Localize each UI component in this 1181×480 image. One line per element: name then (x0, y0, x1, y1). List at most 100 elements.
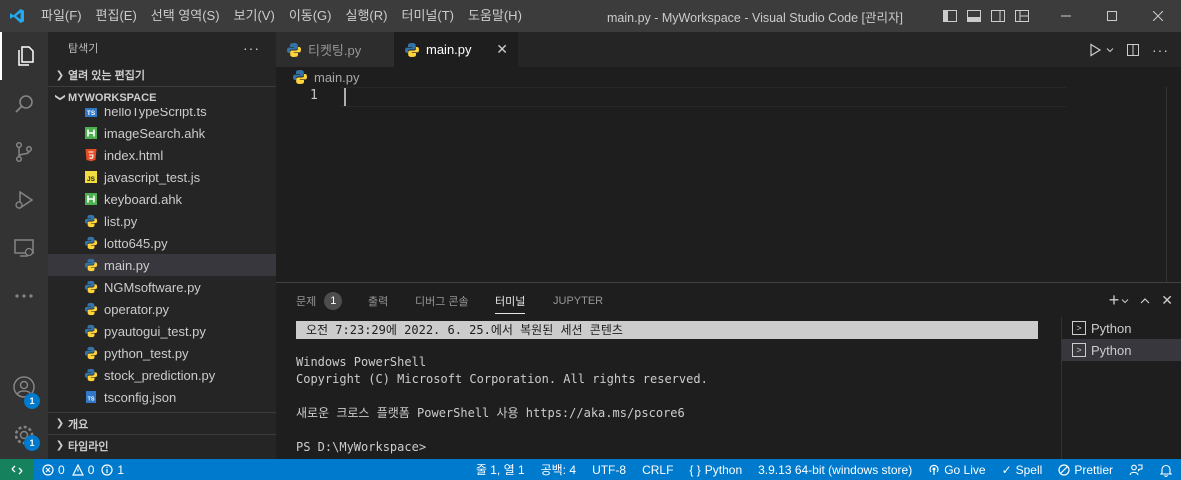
menu-file[interactable]: 파일(F) (34, 0, 89, 32)
chevron-down-icon: ❯ (54, 93, 66, 102)
problems-status[interactable]: 0 0 1 (34, 459, 132, 480)
python-file-icon (405, 42, 419, 57)
terminal-output[interactable]: 오전 7:23:29에 2022. 6. 25.에서 복원된 세션 콘텐츠 Wi… (296, 319, 1060, 459)
close-window-button[interactable] (1135, 0, 1181, 32)
file-item[interactable]: list.py (48, 210, 276, 232)
encoding[interactable]: UTF-8 (584, 459, 634, 480)
maximize-panel-icon[interactable] (1139, 295, 1151, 307)
tab-debug-console[interactable]: 디버그 콘솔 (415, 283, 469, 318)
open-editors-section[interactable]: ❯ 열려 있는 편집기 (48, 64, 276, 86)
python-file-icon (84, 324, 98, 338)
breadcrumb-file[interactable]: main.py (314, 70, 360, 85)
toggle-panel-icon[interactable] (966, 8, 982, 24)
tab-output[interactable]: 출력 (368, 283, 388, 318)
split-editor-icon[interactable] (1126, 43, 1140, 57)
file-item[interactable]: TS helloTypeScript.ts (48, 108, 276, 122)
file-item[interactable]: NGMsoftware.py (48, 276, 276, 298)
remote-explorer-icon[interactable] (0, 224, 48, 272)
workspace-label: MYWORKSPACE (68, 91, 157, 104)
file-item[interactable]: main.py (48, 254, 276, 276)
file-item[interactable]: JS javascript_test.js (48, 166, 276, 188)
file-item[interactable]: python_test.py (48, 342, 276, 364)
chevron-down-icon[interactable] (1121, 297, 1129, 305)
chevron-right-icon: ❯ (55, 440, 65, 451)
file-item[interactable]: imageSearch.ahk (48, 122, 276, 144)
run-debug-icon[interactable] (0, 176, 48, 224)
language-mode[interactable]: { } Python (681, 459, 750, 480)
line-number: 1 (310, 88, 318, 103)
search-icon[interactable] (0, 80, 48, 128)
python-interpreter[interactable]: 3.9.13 64-bit (windows store) (750, 459, 920, 480)
settings-gear-icon[interactable]: 1 (0, 411, 48, 459)
chevron-right-icon: ❯ (55, 418, 65, 429)
terminal-item[interactable]: > Python (1062, 317, 1181, 339)
outline-section[interactable]: ❯ 개요 (48, 412, 276, 434)
more-icon[interactable] (0, 272, 48, 320)
breadcrumb[interactable]: main.py (276, 67, 1181, 87)
spell-button[interactable]: ✓ Spell (994, 459, 1051, 480)
indentation[interactable]: 공백: 4 (533, 459, 584, 480)
svg-text:TS: TS (87, 110, 96, 117)
tab-problems[interactable]: 문제 1 (296, 283, 343, 318)
explorer-more-icon[interactable]: ··· (243, 40, 260, 56)
maximize-button[interactable] (1089, 0, 1135, 32)
editor-scrollbar[interactable] (1166, 87, 1167, 282)
accounts-icon[interactable]: 1 (0, 363, 48, 411)
tab-jupyter[interactable]: JUPYTER (553, 283, 603, 318)
explorer-icon[interactable] (0, 32, 48, 80)
feedback-icon[interactable] (1121, 459, 1151, 480)
toggle-secondary-sidebar-icon[interactable] (990, 8, 1006, 24)
python-file-icon (84, 280, 98, 294)
file-name: lotto645.py (104, 235, 168, 251)
menu-selection[interactable]: 선택 영역(S) (144, 0, 227, 32)
file-item[interactable]: operator.py (48, 298, 276, 320)
minimize-button[interactable] (1043, 0, 1089, 32)
file-name: keyboard.ahk (104, 191, 183, 207)
file-name: helloTypeScript.ts (104, 108, 207, 119)
file-name: NGMsoftware.py (104, 279, 201, 295)
end-of-line[interactable]: CRLF (634, 459, 681, 480)
python-file-icon (84, 214, 98, 228)
tab-ticketing[interactable]: 티켓팅.py (276, 32, 394, 67)
tab-terminal[interactable]: 터미널 (495, 283, 526, 318)
new-terminal-icon[interactable]: + (1109, 290, 1120, 311)
menu-view[interactable]: 보기(V) (227, 0, 282, 32)
menu-run[interactable]: 실행(R) (339, 0, 395, 32)
terminal-item-label: Python (1091, 342, 1132, 358)
menu-edit[interactable]: 편집(E) (89, 0, 144, 32)
file-item[interactable]: keyboard.ahk (48, 188, 276, 210)
menu-go[interactable]: 이동(G) (282, 0, 339, 32)
notifications-bell-icon[interactable] (1151, 459, 1181, 480)
file-item[interactable]: lotto645.py (48, 232, 276, 254)
go-live-button[interactable]: Go Live (920, 459, 993, 480)
toggle-sidebar-icon[interactable] (942, 8, 958, 24)
file-item[interactable]: index.html (48, 144, 276, 166)
code-editor[interactable]: 1 (276, 87, 1181, 282)
customize-layout-icon[interactable] (1014, 8, 1030, 24)
run-python-icon[interactable] (1088, 42, 1102, 57)
file-item[interactable]: TS tsconfig.json (48, 386, 276, 408)
workspace-section[interactable]: ❯ MYWORKSPACE (48, 86, 276, 108)
cursor-position[interactable]: 줄 1, 열 1 (468, 459, 533, 480)
prettier-button[interactable]: Prettier (1050, 459, 1121, 480)
terminal-item[interactable]: > Python (1062, 339, 1181, 361)
tab-label: main.py (426, 42, 472, 57)
source-control-icon[interactable] (0, 128, 48, 176)
timeline-label: 타임라인 (68, 440, 109, 453)
timeline-section[interactable]: ❯ 타임라인 (48, 434, 276, 456)
close-icon[interactable]: ✕ (496, 41, 508, 58)
language-label: Python (704, 462, 743, 477)
close-panel-icon[interactable]: ✕ (1161, 292, 1173, 309)
chevron-down-icon[interactable] (1106, 46, 1114, 54)
remote-indicator[interactable] (0, 459, 34, 480)
file-item[interactable]: pyautogui_test.py (48, 320, 276, 342)
explorer-header: 탐색기 ··· (48, 32, 276, 64)
python-file-icon (287, 42, 301, 57)
activity-bar: 1 1 (0, 32, 48, 459)
menu-help[interactable]: 도움말(H) (461, 0, 529, 32)
tab-main-py[interactable]: main.py ✕ (394, 32, 518, 67)
menu-terminal[interactable]: 터미널(T) (394, 0, 460, 32)
menu-bar: 파일(F) 편집(E) 선택 영역(S) 보기(V) 이동(G) 실행(R) 터… (34, 0, 529, 32)
file-item[interactable]: stock_prediction.py (48, 364, 276, 386)
more-actions-icon[interactable]: ··· (1152, 42, 1169, 58)
